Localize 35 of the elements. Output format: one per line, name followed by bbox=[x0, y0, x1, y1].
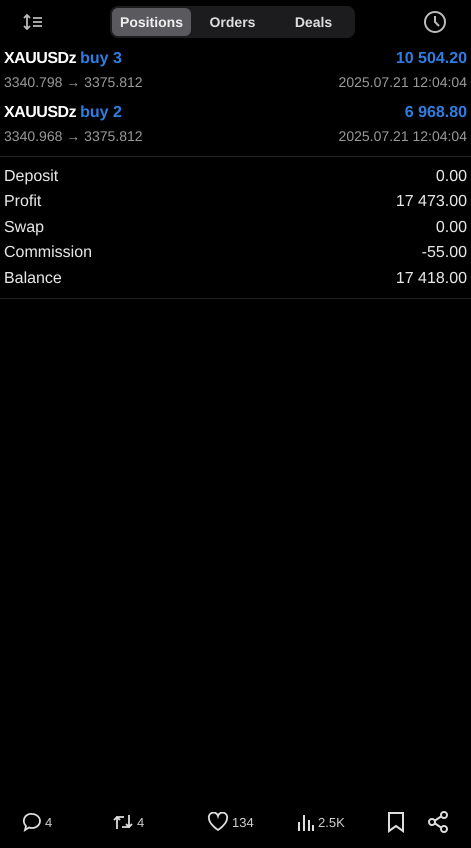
profit-value: 10 504.20 bbox=[396, 50, 467, 68]
share-icon[interactable] bbox=[427, 811, 449, 833]
tab[interactable]: Positions bbox=[112, 8, 191, 36]
timestamp: 2025.07.21 12:04:04 bbox=[338, 128, 467, 144]
symbol: XAUUSDz bbox=[4, 104, 76, 122]
price-range: 3340.798 → 3375.812 bbox=[4, 74, 143, 90]
action-count: 4 bbox=[137, 814, 144, 830]
clock-icon[interactable] bbox=[423, 10, 447, 34]
bookmark-icon[interactable] bbox=[387, 811, 405, 833]
summary-value: 0.00 bbox=[436, 168, 467, 186]
position-type: buy 2 bbox=[80, 104, 122, 122]
summary-value: 17 418.00 bbox=[396, 270, 467, 288]
profit-value: 6 968.80 bbox=[404, 104, 467, 122]
timestamp: 2025.07.21 12:04:04 bbox=[338, 74, 467, 90]
summary-value: -55.00 bbox=[422, 244, 467, 262]
action-count: 4 bbox=[45, 814, 52, 830]
speech-bubble-icon[interactable] bbox=[22, 812, 42, 832]
bar-chart-icon[interactable] bbox=[297, 813, 315, 831]
repost-icon[interactable] bbox=[112, 813, 134, 831]
summary-value: 0.00 bbox=[436, 218, 467, 237]
symbol: XAUUSDz bbox=[4, 50, 76, 68]
summary-label: Balance bbox=[4, 270, 62, 288]
summary-label: Deposit bbox=[4, 168, 58, 186]
tab[interactable]: Orders bbox=[193, 8, 272, 36]
sort-icon[interactable] bbox=[22, 14, 44, 30]
summary-label: Swap bbox=[4, 218, 44, 237]
summary-value: 17 473.00 bbox=[396, 193, 467, 212]
tab[interactable]: Deals bbox=[274, 8, 353, 36]
summary-label: Profit bbox=[4, 193, 42, 212]
summary-label: Commission bbox=[4, 244, 92, 262]
price-range: 3340.968 → 3375.812 bbox=[4, 128, 143, 144]
position-type: buy 3 bbox=[80, 50, 122, 68]
action-count: 134 bbox=[232, 814, 254, 830]
action-count: 2.5K bbox=[318, 814, 345, 830]
heart-icon[interactable] bbox=[207, 812, 229, 832]
